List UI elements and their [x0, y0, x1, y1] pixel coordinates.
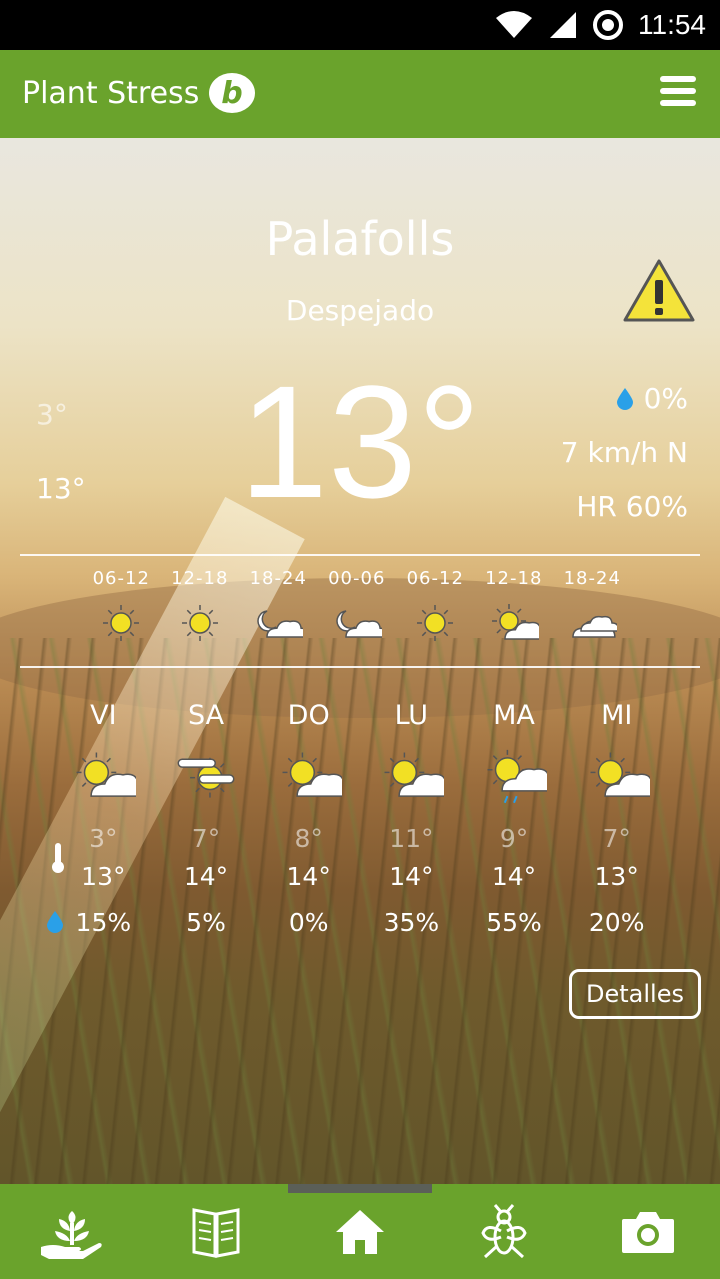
- hourly-item: 12-18: [475, 568, 554, 645]
- sun-cloud-icon: [489, 601, 550, 645]
- daily-item[interactable]: LU 11° 14° 35%: [360, 700, 463, 937]
- daily-item[interactable]: VI 3° 13° 15%: [52, 700, 155, 937]
- sync-icon: [593, 10, 623, 40]
- status-time: 11:54: [638, 9, 706, 40]
- sun-icon: [175, 601, 225, 645]
- day-name: SA: [187, 700, 225, 731]
- daily-item[interactable]: MA 9° 14° 55%: [463, 700, 566, 937]
- divider: [20, 666, 700, 668]
- sun-fog-icon: [173, 746, 239, 804]
- wifi-icon: [496, 11, 532, 38]
- current-rain-prob: 0%: [616, 382, 688, 415]
- day-max-temp: 13°: [594, 862, 639, 891]
- day-name: MI: [601, 700, 633, 731]
- weather-condition: Despejado: [285, 294, 435, 327]
- signal-icon: [550, 12, 576, 38]
- cloud-icon: [567, 601, 621, 645]
- bottom-nav: [0, 1184, 720, 1279]
- day-name: DO: [287, 700, 330, 731]
- insect-icon: [481, 1203, 527, 1258]
- humidity-value: HR 60%: [576, 490, 688, 523]
- nav-item-plants[interactable]: [0, 1184, 144, 1279]
- daily-item[interactable]: DO 8° 14° 0%: [257, 700, 360, 937]
- hourly-item: 00-06: [318, 568, 397, 645]
- day-name: LU: [394, 700, 429, 731]
- sun-cloud-icon: [70, 746, 150, 804]
- hourly-item: 06-12: [82, 568, 161, 645]
- nav-active-indicator: [288, 1184, 432, 1193]
- day-min-temp: 8°: [294, 824, 323, 853]
- sun-cloud-icon: [584, 746, 664, 804]
- app-logo-icon: b: [209, 73, 255, 113]
- day-max-temp: 14°: [491, 862, 537, 891]
- current-min-temp: 3°: [36, 398, 68, 431]
- plant-hand-icon: [41, 1210, 102, 1259]
- day-max-temp: 14°: [286, 862, 331, 891]
- current-max-temp: 13°: [36, 472, 86, 505]
- menu-bar-icon: [660, 76, 696, 82]
- details-button[interactable]: Detalles: [569, 969, 701, 1019]
- day-name: MA: [493, 700, 535, 731]
- hourly-time-label: 06-12: [92, 568, 150, 589]
- rain-prob-value: 0%: [643, 382, 688, 415]
- app-title: Plant Stress: [22, 76, 200, 111]
- hourly-item: 18-24: [239, 568, 318, 645]
- sun-icon: [410, 601, 460, 645]
- menu-button[interactable]: [660, 76, 700, 112]
- menu-bar-icon: [660, 88, 696, 94]
- daily-item[interactable]: SA 7° 14° 5%: [155, 700, 258, 937]
- day-min-temp: 9°: [499, 824, 529, 853]
- day-rain-prob: 55%: [486, 908, 542, 937]
- nav-item-camera[interactable]: [576, 1184, 720, 1279]
- app-logo-letter: b: [221, 76, 242, 111]
- day-min-temp: 3°: [89, 824, 118, 853]
- day-min-temp: 7°: [602, 824, 631, 853]
- day-min-temp: 7°: [191, 824, 221, 853]
- daily-item[interactable]: MI 7° 13° 20%: [565, 700, 668, 937]
- camera-icon: [622, 1211, 674, 1253]
- moon-cloud-icon: [253, 601, 310, 645]
- day-rain-prob: 5%: [186, 908, 226, 937]
- day-rain-prob: 0%: [288, 908, 329, 937]
- hourly-time-label: 12-18: [171, 568, 229, 589]
- book-icon: [192, 1207, 240, 1258]
- day-max-temp: 13°: [81, 862, 126, 891]
- nav-item-home[interactable]: [288, 1184, 432, 1279]
- hourly-item: 12-18: [161, 568, 240, 645]
- sun-cloud-rain-icon: [481, 746, 561, 804]
- day-min-temp: 11°: [389, 824, 434, 853]
- nav-item-guide[interactable]: [144, 1184, 288, 1279]
- day-max-temp: 14°: [183, 862, 229, 891]
- sun-cloud-icon: [276, 746, 356, 804]
- app-bar: Plant Stress b: [0, 50, 720, 138]
- moon-cloud-icon: [332, 601, 389, 645]
- day-rain-prob: 20%: [588, 908, 645, 937]
- water-drop-icon: [616, 387, 633, 410]
- hourly-time-label: 12-18: [485, 568, 543, 589]
- sun-icon: [96, 601, 146, 645]
- day-name: VI: [90, 700, 117, 731]
- city-name: Palafolls: [265, 212, 455, 266]
- hourly-item: 06-12: [396, 568, 475, 645]
- daily-forecast: VI 3° 13° 15% SA 7° 14° 5% DO 8° 14° 0% LU 11° 14° 35% M…: [52, 700, 668, 937]
- hourly-time-label: 00-06: [328, 568, 386, 589]
- home-icon: [336, 1209, 384, 1254]
- status-bar: 11:54: [0, 0, 720, 50]
- hourly-time-label: 18-24: [563, 568, 621, 589]
- hourly-forecast: 06-12 12-18 18-24 00-06 06-12 12-18 18-24: [82, 568, 642, 645]
- divider: [20, 554, 700, 556]
- menu-bar-icon: [660, 100, 696, 106]
- warning-icon[interactable]: [622, 258, 696, 324]
- wind-value: 7 km/h N: [560, 436, 688, 469]
- hourly-item: 18-24: [553, 568, 632, 645]
- hourly-time-label: 06-12: [406, 568, 464, 589]
- day-rain-prob: 35%: [383, 908, 440, 937]
- nav-item-pests[interactable]: [432, 1184, 576, 1279]
- hourly-time-label: 18-24: [249, 568, 307, 589]
- day-max-temp: 14°: [389, 862, 434, 891]
- sun-cloud-icon: [378, 746, 458, 804]
- day-rain-prob: 15%: [75, 908, 132, 937]
